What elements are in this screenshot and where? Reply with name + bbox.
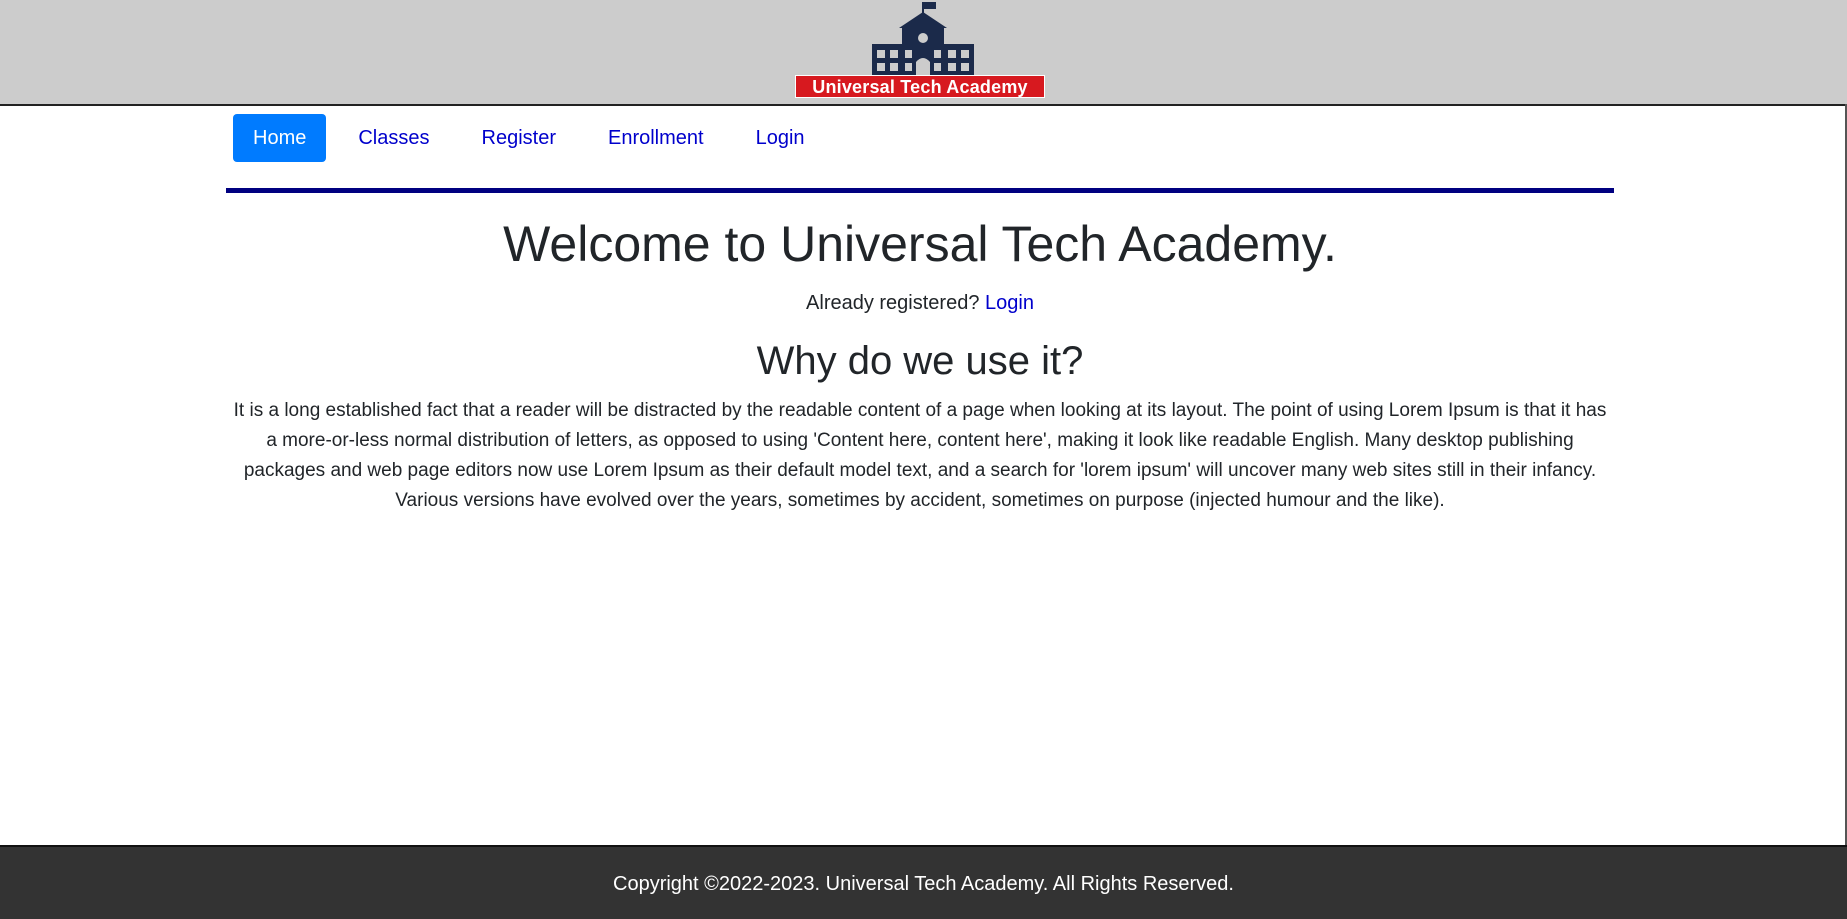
page: Universal Tech Academy Home Classes Regi… [0, 0, 1847, 919]
nav-item-login[interactable]: Login [736, 114, 825, 162]
nav-item-classes[interactable]: Classes [338, 114, 449, 162]
nav-item-home[interactable]: Home [233, 114, 327, 162]
login-link[interactable]: Login [985, 292, 1034, 314]
main-nav: Home Classes Register Enrollment Login [233, 114, 837, 162]
site-logo[interactable]: Universal Tech Academy [794, 0, 1046, 99]
already-registered-text: Already registered? [806, 292, 986, 314]
copyright-text: Copyright ©2022-2023. Universal Tech Aca… [613, 873, 1234, 895]
main-content: Welcome to Universal Tech Academy. Alrea… [226, 200, 1614, 516]
intro-paragraph: It is a long established fact that a rea… [233, 400, 1607, 511]
page-title: Welcome to Universal Tech Academy. [503, 216, 1337, 272]
site-footer: Copyright ©2022-2023. Universal Tech Aca… [0, 845, 1847, 919]
already-registered-line: Already registered? Login [226, 290, 1614, 316]
nav-item-register[interactable]: Register [462, 114, 576, 162]
logo-banner-text: Universal Tech Academy [795, 75, 1045, 98]
section-title: Why do we use it? [756, 339, 1084, 383]
nav-item-enrollment[interactable]: Enrollment [588, 114, 724, 162]
school-building-icon [872, 2, 974, 76]
nav-divider [226, 188, 1614, 193]
site-header: Universal Tech Academy [0, 0, 1847, 106]
